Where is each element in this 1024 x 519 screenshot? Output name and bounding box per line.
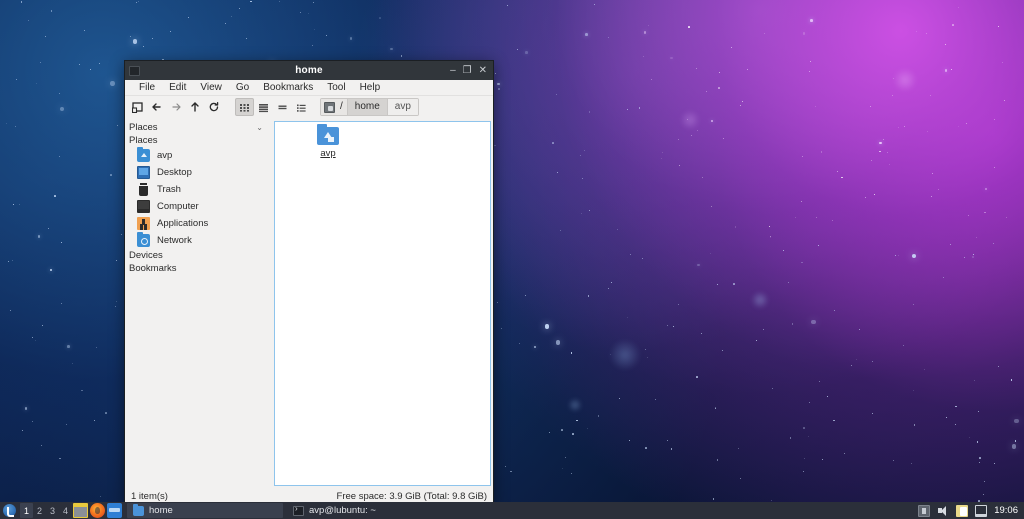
minimize-icon[interactable]: – [450,65,456,76]
sidebar-item-network[interactable]: Network [125,232,271,249]
breadcrumb-avp[interactable]: avp [386,99,418,115]
toolbar: / home avp [125,96,493,118]
root-button[interactable] [321,99,337,115]
file-item-avp[interactable]: avp [297,124,359,159]
forward-icon[interactable] [167,98,185,116]
file-manager-window[interactable]: home – ❐ ✕ File Edit View Go Bookmarks T… [124,60,494,506]
sidebar-item-label: Desktop [157,167,192,178]
window-icon [129,65,140,76]
free-space: Free space: 3.9 GiB (Total: 9.8 GiB) [336,491,487,502]
taskbar: 1 2 3 4 home avp@lubuntu: ~ 19:06 [0,502,1024,519]
menubar: File Edit View Go Bookmarks Tool Help [125,80,493,96]
workspace-3[interactable]: 3 [46,503,59,518]
maximize-icon[interactable]: ❐ [463,65,472,76]
file-item-label: avp [320,148,336,159]
places-sidebar: Places ⌄ Places avp Desktop Trash Comput… [125,118,271,488]
sidebar-section-label: Devices [129,250,163,261]
sidebar-section-bookmarks[interactable]: Bookmarks [125,262,271,275]
taskbar-window-label: avp@lubuntu: ~ [309,505,376,516]
display-tray-icon[interactable] [975,504,988,517]
new-tab-icon[interactable] [129,98,147,116]
view-mode-group [235,98,311,116]
archive-tray-icon[interactable] [918,504,931,517]
taskbar-window-terminal[interactable]: avp@lubuntu: ~ [287,503,443,518]
menu-help[interactable]: Help [353,80,388,96]
window-controls: – ❐ ✕ [450,65,487,76]
clipboard-tray-icon[interactable] [956,504,969,517]
sidebar-item-avp[interactable]: avp [125,147,271,164]
sidebar-item-label: Computer [157,201,199,212]
workspace-2[interactable]: 2 [33,503,46,518]
drive-icon [324,101,335,113]
system-tray: 19:06 [918,504,1024,517]
breadcrumb-home[interactable]: home [346,99,387,115]
sidebar-section-devices[interactable]: Devices [125,249,271,262]
taskbar-window-home[interactable]: home [127,503,283,518]
clock[interactable]: 19:06 [994,505,1018,516]
sidebar-header-label: Places [129,122,158,133]
terminal-icon [293,504,304,516]
sidebar-item-label: Network [157,235,192,246]
workspace-1[interactable]: 1 [20,503,33,518]
desktop-icon [137,166,150,179]
file-manager-launcher-icon[interactable] [73,503,88,518]
applications-icon [137,217,150,230]
close-icon[interactable]: ✕ [479,65,487,76]
reload-icon[interactable] [205,98,223,116]
window-titlebar[interactable]: home – ❐ ✕ [125,61,493,80]
home-folder-icon [137,147,150,162]
sidebar-item-label: avp [157,150,173,161]
compact-view-button[interactable] [273,98,292,116]
workspace-4[interactable]: 4 [59,503,72,518]
sidebar-item-trash[interactable]: Trash [125,181,271,198]
sidebar-item-label: Trash [157,184,181,195]
menu-bookmarks[interactable]: Bookmarks [256,80,320,96]
app-launcher-icon[interactable] [107,503,122,518]
sidebar-item-applications[interactable]: Applications [125,215,271,232]
desktop[interactable]: home – ❐ ✕ File Edit View Go Bookmarks T… [0,0,1024,519]
file-list-pane[interactable]: avp [274,121,491,486]
trash-icon [137,183,150,196]
sidebar-item-label: Applications [157,218,209,229]
up-icon[interactable] [186,98,204,116]
lubuntu-logo-icon[interactable] [3,504,16,517]
home-folder-icon [317,124,339,145]
path-breadcrumb-bar[interactable]: / home avp [320,98,419,116]
menu-tool[interactable]: Tool [320,80,352,96]
volume-tray-icon[interactable] [937,505,949,517]
menu-go[interactable]: Go [229,80,256,96]
sidebar-section-label: Places [129,135,158,146]
window-title: home [295,65,323,76]
detailed-list-view-button[interactable] [292,98,311,116]
item-count: 1 item(s) [131,491,168,502]
thumbnail-view-button[interactable] [254,98,273,116]
folder-icon [133,503,144,516]
menu-edit[interactable]: Edit [162,80,193,96]
folder-home-chimney [328,137,334,142]
sidebar-item-desktop[interactable]: Desktop [125,164,271,181]
computer-icon [137,200,150,213]
network-icon [137,232,150,247]
sidebar-header[interactable]: Places ⌄ [125,121,271,134]
icon-view-button[interactable] [235,98,254,116]
taskbar-window-label: home [149,505,173,516]
back-icon[interactable] [148,98,166,116]
menu-file[interactable]: File [132,80,162,96]
sidebar-section-places: Places [125,134,271,147]
path-separator: / [337,99,347,115]
window-body: Places ⌄ Places avp Desktop Trash Comput… [125,118,493,488]
firefox-launcher-icon[interactable] [90,503,105,518]
menu-view[interactable]: View [193,80,229,96]
sidebar-item-computer[interactable]: Computer [125,198,271,215]
chevron-down-icon[interactable]: ⌄ [256,123,263,132]
sidebar-section-label: Bookmarks [129,263,177,274]
